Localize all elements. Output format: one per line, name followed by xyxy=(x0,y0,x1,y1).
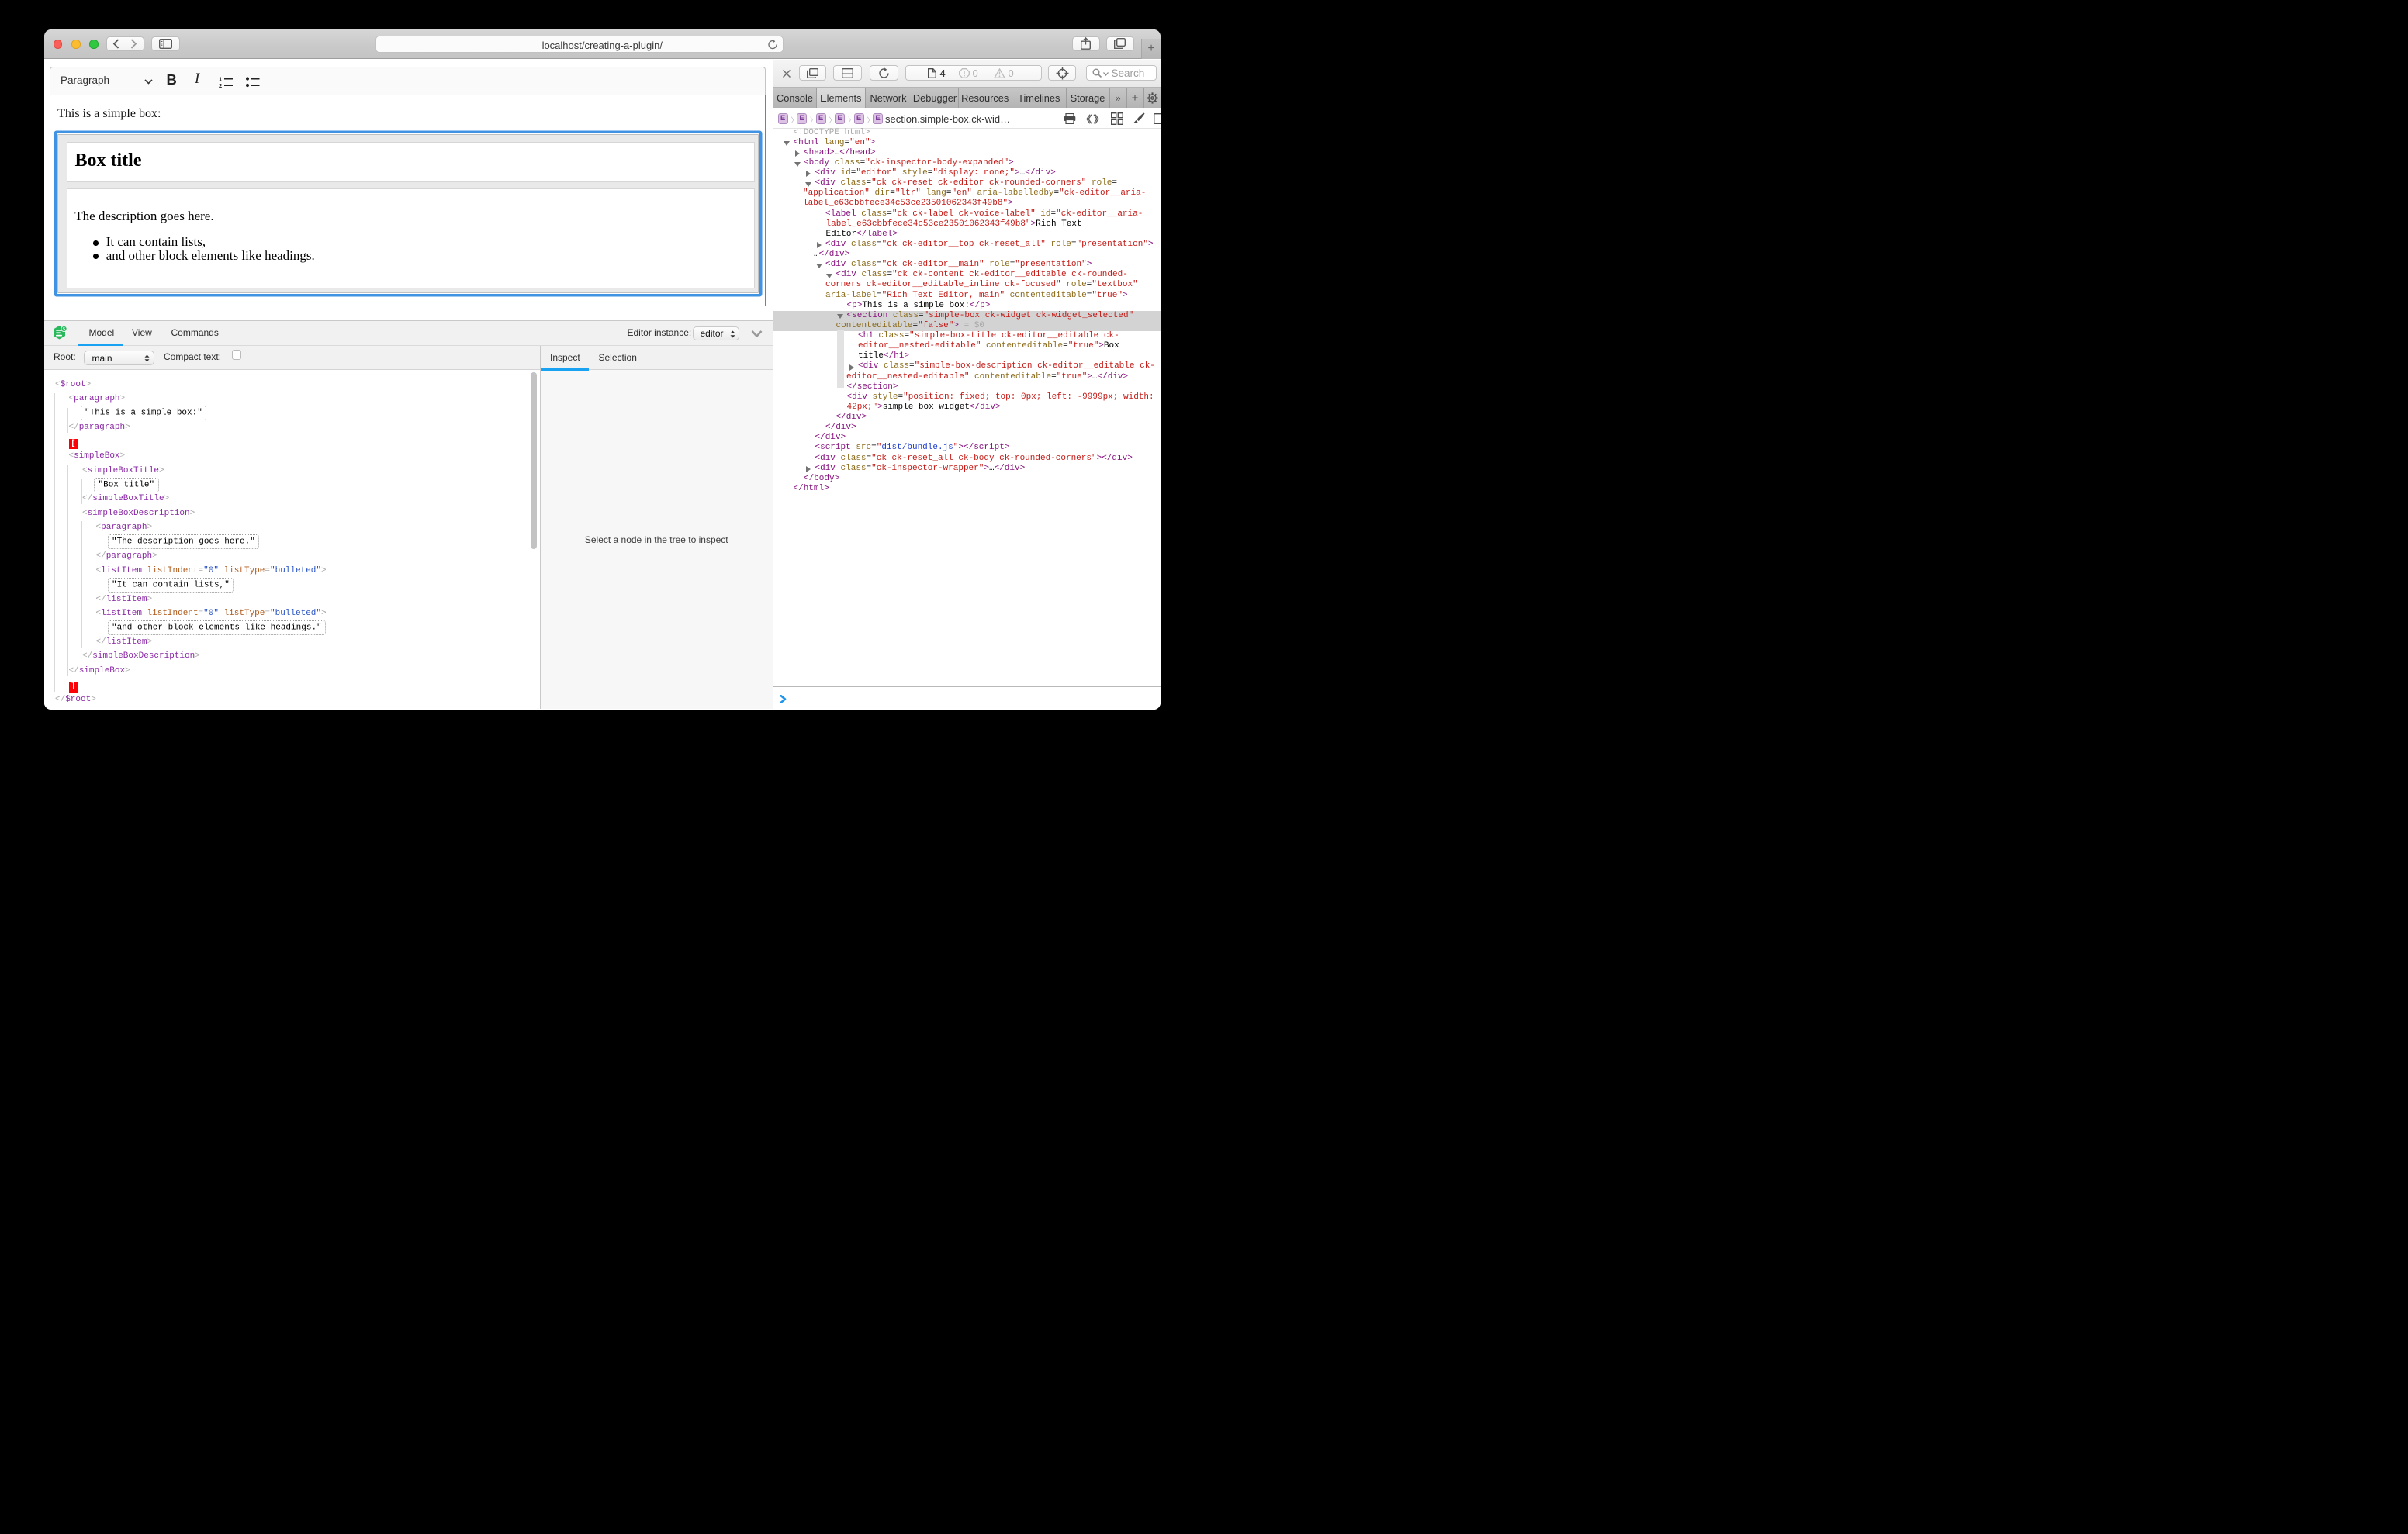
svg-text:2: 2 xyxy=(219,82,222,88)
svg-text:5: 5 xyxy=(63,327,65,332)
